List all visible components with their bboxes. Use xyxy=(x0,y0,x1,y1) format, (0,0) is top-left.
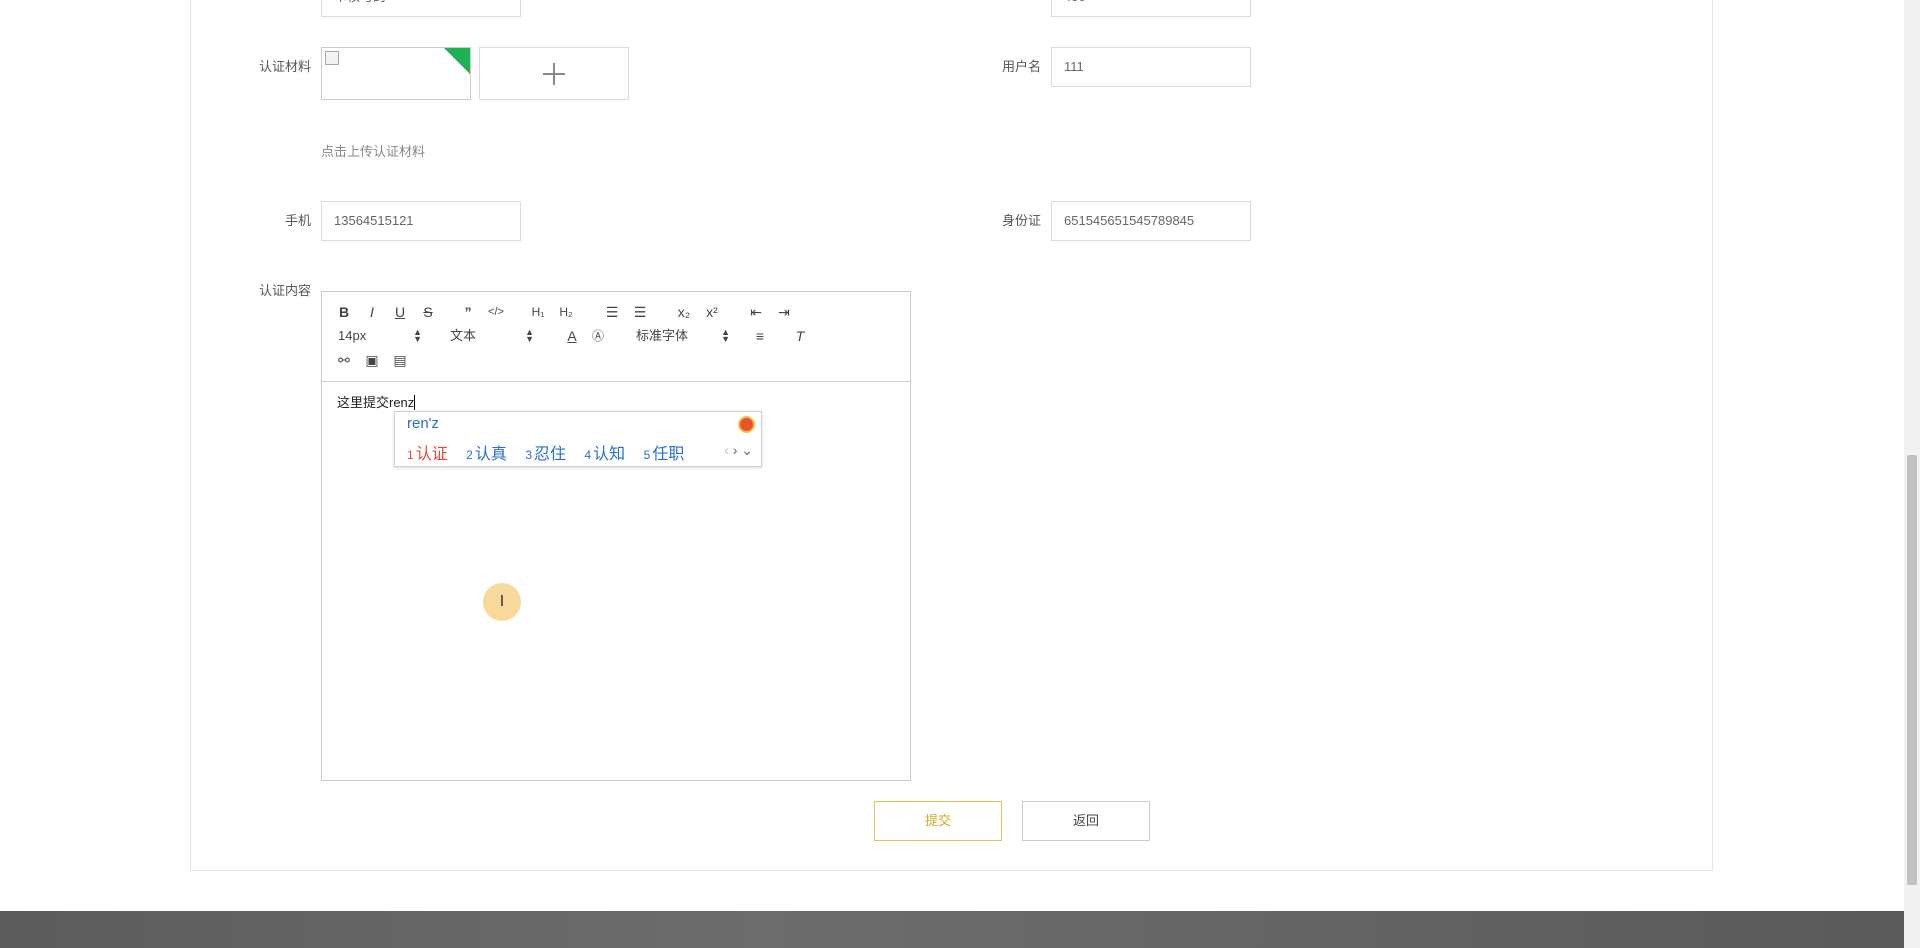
add-upload-button[interactable] xyxy=(479,47,629,100)
uploaded-image-thumb[interactable] xyxy=(321,47,471,100)
video-icon[interactable]: ▤ xyxy=(390,351,410,369)
underline-icon[interactable]: U xyxy=(390,303,410,321)
username-input[interactable]: 111 xyxy=(1051,47,1251,87)
idcard-label: 身份证 xyxy=(1001,213,1041,228)
font-size-value: 14px xyxy=(338,328,367,343)
ime-prev-icon[interactable]: ‹ xyxy=(724,442,729,458)
editor-toolbar: B I U S ” </> H₁ H₂ ☰ ☰ x₂ x² ⇤ ⇥ 14px ▲… xyxy=(322,292,910,382)
italic-icon[interactable]: I xyxy=(362,303,382,321)
plus-icon xyxy=(543,62,565,85)
select-arrows-icon: ▲ ▼ xyxy=(721,327,730,344)
select-arrows-icon: ▲ ▼ xyxy=(525,327,534,344)
strikethrough-icon[interactable]: S xyxy=(418,303,438,321)
ime-candidate-window[interactable]: ren'z 1 认证 2 认真 3 忍住 4 认知 5 任职 ‹ › ⌄ xyxy=(394,411,762,467)
heading2-icon[interactable]: H₂ xyxy=(556,303,576,321)
back-button[interactable]: 返回 xyxy=(1022,801,1150,841)
ime-candidate[interactable]: 3 忍住 xyxy=(525,440,566,464)
phone-label: 手机 xyxy=(284,213,311,228)
link-icon[interactable]: ⚯ xyxy=(334,351,354,369)
phone-input[interactable]: 13564515121 xyxy=(321,201,521,241)
font-color-icon[interactable]: A xyxy=(562,327,582,345)
superscript-icon[interactable]: x² xyxy=(702,303,722,321)
submit-button[interactable]: 提交 xyxy=(874,801,1002,841)
bold-icon[interactable]: B xyxy=(334,303,354,321)
blockquote-icon[interactable]: ” xyxy=(458,303,478,321)
ime-nav: ‹ › ⌄ xyxy=(724,442,753,459)
ime-candidate[interactable]: 2 认真 xyxy=(466,440,507,464)
outdent-icon[interactable]: ⇤ xyxy=(746,303,766,321)
ime-candidate[interactable]: 4 认知 xyxy=(584,440,625,464)
upload-hint: 点击上传认证材料 xyxy=(321,144,426,159)
ordered-list-icon[interactable]: ☰ xyxy=(602,303,622,321)
ime-next-icon[interactable]: › xyxy=(733,442,738,458)
cert-material-label: 认证材料 xyxy=(258,59,311,74)
content-label: 认证内容 xyxy=(258,283,311,298)
ime-candidate[interactable]: 1 认证 xyxy=(407,440,448,464)
page-footer xyxy=(0,911,1904,948)
font-family-value: 标准字体 xyxy=(636,328,689,343)
bullet-list-icon[interactable]: ☰ xyxy=(630,303,650,321)
editor-text[interactable]: 这里提交renz xyxy=(337,392,416,411)
top-left-field[interactable]: 审核与的 xyxy=(321,0,521,17)
indent-icon[interactable]: ⇥ xyxy=(774,303,794,321)
username-label: 用户名 xyxy=(1001,59,1041,74)
code-icon[interactable]: </> xyxy=(486,303,506,321)
font-size-select[interactable]: 14px ▲ ▼ xyxy=(338,327,422,345)
ime-logo-icon[interactable] xyxy=(738,416,755,433)
rich-text-editor[interactable]: B I U S ” </> H₁ H₂ ☰ ☰ x₂ x² ⇤ ⇥ 14px ▲… xyxy=(321,291,911,781)
ime-composition: ren'z xyxy=(407,415,440,432)
clear-format-icon[interactable]: T xyxy=(790,327,810,345)
scrollbar-thumb[interactable] xyxy=(1907,455,1917,885)
broken-image-icon xyxy=(325,51,339,65)
subscript-icon[interactable]: x₂ xyxy=(674,303,694,321)
top-right-field[interactable]: 450 xyxy=(1051,0,1251,17)
scrollbar[interactable] xyxy=(1904,0,1920,948)
image-icon[interactable]: ▣ xyxy=(362,351,382,369)
select-arrows-icon: ▲ ▼ xyxy=(413,327,422,344)
font-family-select[interactable]: 标准字体 ▲ ▼ xyxy=(636,327,730,345)
align-icon[interactable]: ≡ xyxy=(750,327,770,345)
text-caret xyxy=(414,395,416,410)
mouse-cursor-highlight: Ι xyxy=(483,583,521,621)
ime-candidate-list: 1 认证 2 认真 3 忍住 4 认知 5 任职 xyxy=(407,440,698,464)
background-color-icon[interactable]: Ⓐ xyxy=(588,327,608,345)
block-type-select[interactable]: 文本 ▲ ▼ xyxy=(450,327,534,345)
editor-text-value: 这里提交renz xyxy=(337,395,415,410)
idcard-input[interactable]: 651545651545789845 xyxy=(1051,201,1251,241)
ime-expand-icon[interactable]: ⌄ xyxy=(741,442,753,458)
heading1-icon[interactable]: H₁ xyxy=(528,303,548,321)
selected-corner-icon xyxy=(443,48,470,75)
text-cursor-icon: Ι xyxy=(499,593,505,610)
ime-candidate[interactable]: 5 任职 xyxy=(644,440,685,464)
block-type-value: 文本 xyxy=(450,328,477,343)
